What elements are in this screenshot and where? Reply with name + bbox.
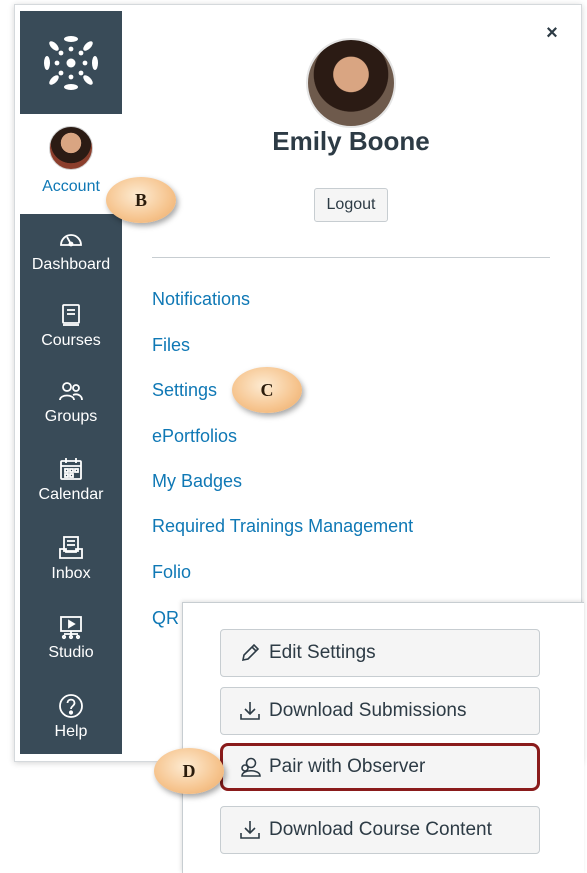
nav-item-groups[interactable]: Groups (20, 366, 122, 444)
account-avatar (49, 126, 93, 170)
download-course-content-button[interactable]: Download Course Content (220, 806, 540, 854)
nav-label-help: Help (54, 723, 88, 740)
nav-label-studio: Studio (48, 644, 94, 661)
studio-icon (60, 616, 82, 640)
user-name: Emily Boone (272, 126, 430, 156)
download-icon (240, 821, 260, 839)
canvas-logo-icon (44, 35, 98, 90)
account-label: Account (42, 178, 100, 195)
link-my-badges[interactable]: My Badges (152, 471, 242, 492)
inbox-icon (59, 536, 83, 559)
nav-item-dashboard[interactable]: Dashboard (20, 214, 122, 292)
link-required-trainings[interactable]: Required Trainings Management (152, 516, 413, 537)
download-icon (240, 702, 260, 720)
link-notifications[interactable]: Notifications (152, 289, 250, 310)
nav-item-studio[interactable]: Studio (20, 602, 122, 680)
logout-button[interactable]: Logout (314, 188, 388, 222)
edit-settings-button[interactable]: Edit Settings (220, 629, 540, 677)
pencil-icon (241, 643, 260, 662)
observer-icon (241, 757, 261, 777)
nav-label-calendar: Calendar (38, 486, 104, 503)
callout-badge-c: C (232, 367, 302, 413)
groups-icon (59, 382, 83, 401)
nav-label-groups: Groups (44, 408, 98, 425)
nav-label-courses: Courses (41, 332, 101, 349)
pair-with-observer-button[interactable]: Pair with Observer (220, 743, 540, 791)
close-button[interactable]: × (541, 22, 563, 44)
link-settings[interactable]: Settings (152, 380, 217, 401)
global-navigation: Account Dashboard Courses Groups Calenda… (20, 11, 122, 754)
nav-label-dashboard: Dashboard (31, 256, 111, 273)
download-submissions-label: Download Submissions (269, 700, 467, 721)
callout-label-b: B (134, 189, 147, 210)
callout-badge-d: D (154, 748, 224, 794)
callout-label-c: C (260, 379, 274, 400)
edit-settings-label: Edit Settings (269, 642, 376, 663)
help-icon (59, 694, 83, 718)
profile-avatar (306, 38, 396, 128)
download-submissions-button[interactable]: Download Submissions (220, 687, 540, 735)
dashboard-icon (60, 234, 82, 247)
link-qr[interactable]: QR (152, 608, 179, 629)
pair-with-observer-label: Pair with Observer (269, 756, 426, 777)
canvas-logo[interactable] (20, 11, 122, 114)
callout-badge-b: B (106, 177, 176, 223)
calendar-icon (60, 458, 82, 480)
callout-label-d: D (182, 760, 196, 781)
nav-item-courses[interactable]: Courses (20, 290, 122, 368)
link-files[interactable]: Files (152, 335, 190, 356)
link-eportfolios[interactable]: ePortfolios (152, 426, 237, 447)
nav-item-calendar[interactable]: Calendar (20, 444, 122, 522)
divider (152, 257, 550, 258)
download-course-content-label: Download Course Content (269, 819, 492, 840)
link-folio[interactable]: Folio (152, 562, 191, 583)
nav-item-inbox[interactable]: Inbox (20, 523, 122, 601)
courses-icon (62, 304, 80, 326)
nav-label-inbox: Inbox (51, 565, 91, 582)
nav-item-help[interactable]: Help (20, 681, 122, 759)
